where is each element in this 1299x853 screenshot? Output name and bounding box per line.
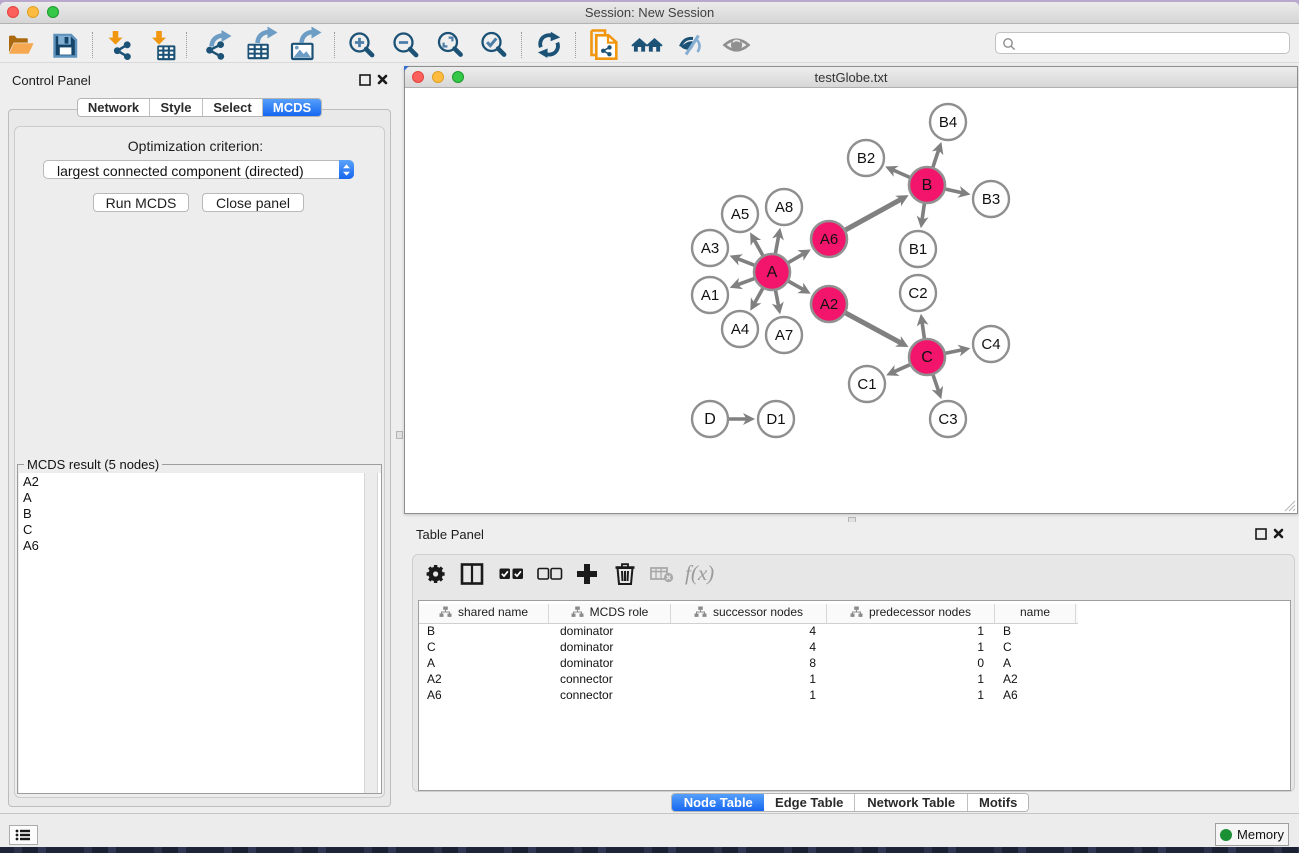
svg-text:A: A (767, 264, 778, 281)
svg-text:C4: C4 (981, 336, 1000, 353)
svg-text:A3: A3 (701, 240, 719, 257)
svg-text:A4: A4 (731, 321, 749, 338)
svg-text:B: B (922, 177, 933, 194)
svg-text:B4: B4 (939, 114, 957, 131)
svg-text:A7: A7 (775, 327, 793, 344)
svg-text:C1: C1 (857, 376, 876, 393)
svg-text:A5: A5 (731, 206, 749, 223)
svg-text:C: C (921, 349, 933, 366)
svg-text:A6: A6 (820, 231, 838, 248)
svg-text:C2: C2 (908, 285, 927, 302)
svg-text:B3: B3 (982, 191, 1000, 208)
svg-text:B1: B1 (909, 241, 927, 258)
svg-text:D1: D1 (766, 411, 785, 428)
svg-text:f(x): f(x) (685, 561, 714, 585)
svg-text:D: D (704, 411, 716, 428)
svg-text:A2: A2 (820, 296, 838, 313)
svg-text:A8: A8 (775, 199, 793, 216)
svg-text:A1: A1 (701, 287, 719, 304)
svg-text:B2: B2 (857, 150, 875, 167)
svg-text:C3: C3 (938, 411, 957, 428)
